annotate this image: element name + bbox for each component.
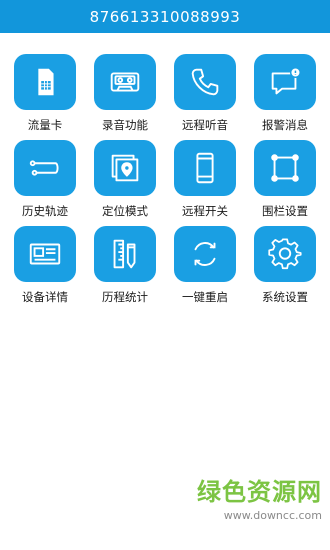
menu-item-mileage-stats[interactable]: 历程统计 xyxy=(85,226,165,312)
smartphone-icon xyxy=(174,140,236,196)
menu-item-remote-listen[interactable]: 远程听音 xyxy=(165,54,245,140)
watermark-title: 绿色资源网 xyxy=(197,478,322,506)
location-photos-icon xyxy=(94,140,156,196)
menu-label: 一键重启 xyxy=(182,290,228,304)
menu-label: 系统设置 xyxy=(262,290,308,304)
ruler-pencil-icon xyxy=(94,226,156,282)
menu-label: 历史轨迹 xyxy=(22,204,68,218)
device-id-title: 876613310088993 xyxy=(89,7,241,26)
menu-item-one-key-restart[interactable]: 一键重启 xyxy=(165,226,245,312)
menu-label: 远程听音 xyxy=(182,118,228,132)
phone-icon xyxy=(174,54,236,110)
top-bar: 876613310088993 xyxy=(0,0,330,33)
menu-item-system-settings[interactable]: 系统设置 xyxy=(245,226,325,312)
menu-label: 设备详情 xyxy=(22,290,68,304)
watermark-url: www.downcc.com xyxy=(223,509,322,522)
menu-item-fence-settings[interactable]: 围栏设置 xyxy=(245,140,325,226)
watermark: 绿色资源网 www.downcc.com xyxy=(197,472,322,522)
menu-item-alarm-messages[interactable]: 报警消息 xyxy=(245,54,325,140)
menu-label: 定位模式 xyxy=(102,204,148,218)
fence-square-icon xyxy=(254,140,316,196)
menu-label: 录音功能 xyxy=(102,118,148,132)
menu-item-history-track[interactable]: 历史轨迹 xyxy=(5,140,85,226)
menu-item-location-mode[interactable]: 定位模式 xyxy=(85,140,165,226)
menu-label: 报警消息 xyxy=(262,118,308,132)
menu-item-sim-card[interactable]: 流量卡 xyxy=(5,54,85,140)
sim-card-icon xyxy=(14,54,76,110)
menu-label: 围栏设置 xyxy=(262,204,308,218)
menu-item-recording[interactable]: 录音功能 xyxy=(85,54,165,140)
menu-label: 远程开关 xyxy=(182,204,228,218)
menu-label: 流量卡 xyxy=(27,118,63,132)
cassette-tape-icon xyxy=(94,54,156,110)
menu-item-remote-switch[interactable]: 远程开关 xyxy=(165,140,245,226)
menu-label: 历程统计 xyxy=(102,290,148,304)
restart-icon xyxy=(174,226,236,282)
function-grid: 流量卡 录音功能 远程听音 报警消息 历史轨迹 定位模式 远程开关 围栏设置 设… xyxy=(0,54,330,312)
gear-icon xyxy=(254,226,316,282)
menu-item-device-details[interactable]: 设备详情 xyxy=(5,226,85,312)
id-card-icon xyxy=(14,226,76,282)
message-alert-icon xyxy=(254,54,316,110)
track-route-icon xyxy=(14,140,76,196)
